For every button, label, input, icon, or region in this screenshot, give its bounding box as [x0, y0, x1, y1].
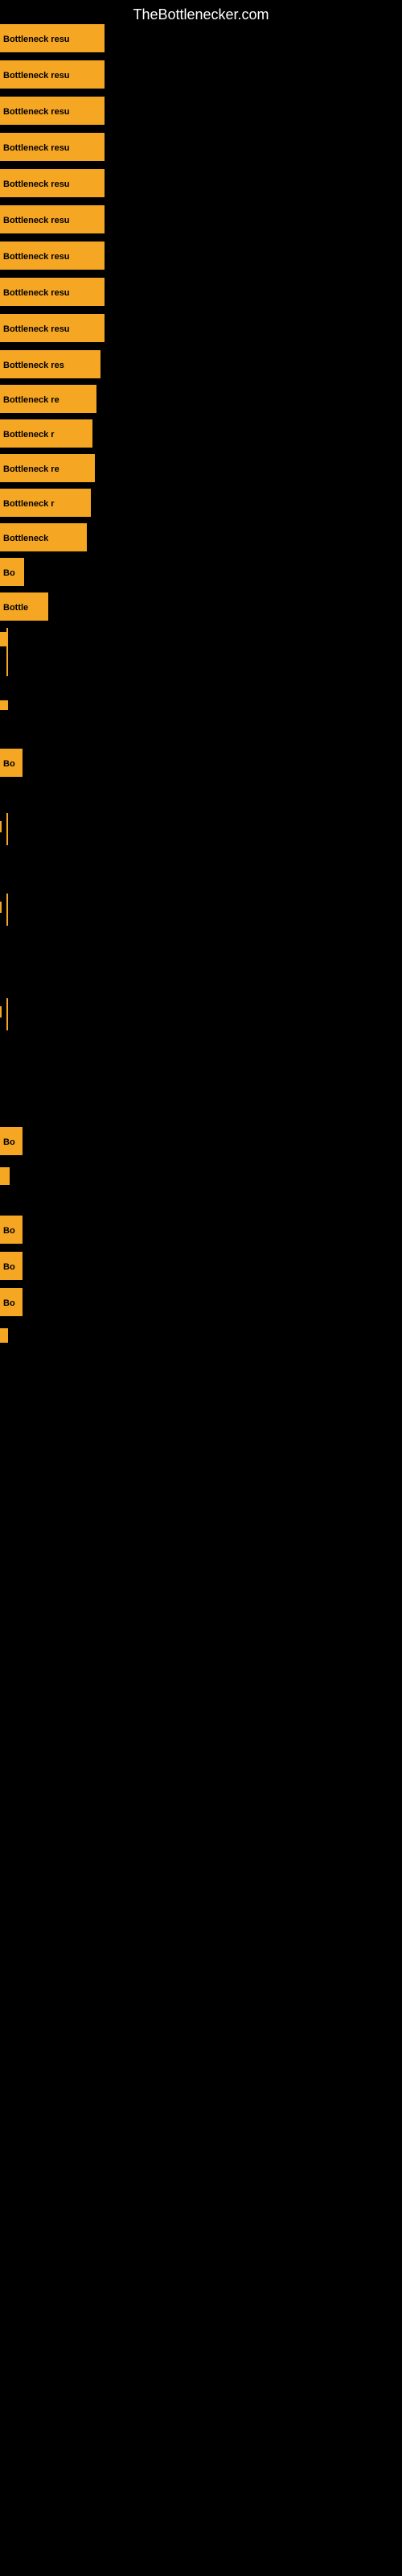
vertical-line-0: [6, 628, 8, 676]
bar-line-20: [0, 821, 2, 832]
bar-item-6: Bottleneck resu: [0, 242, 105, 270]
bar-label-9: Bottleneck res: [0, 350, 100, 378]
bar-label-2: Bottleneck resu: [0, 97, 105, 125]
bar-item-12: Bottleneck re: [0, 454, 95, 482]
bar-item-9: Bottleneck res: [0, 350, 100, 378]
bar-label-7: Bottleneck resu: [0, 278, 105, 306]
bar-line-18: [0, 700, 8, 710]
bar-item-5: Bottleneck resu: [0, 205, 105, 233]
bar-item-19: Bo: [0, 749, 23, 777]
bar-item-28: [0, 1328, 8, 1343]
bar-item-14: Bottleneck: [0, 523, 87, 551]
bar-label-10: Bottleneck re: [0, 385, 96, 413]
bar-label-13: Bottleneck r: [0, 489, 91, 517]
vertical-line-2: [6, 894, 8, 926]
bar-label-25: Bo: [0, 1216, 23, 1244]
bar-label-12: Bottleneck re: [0, 454, 95, 482]
bar-item-27: Bo: [0, 1288, 23, 1316]
bar-item-2: Bottleneck resu: [0, 97, 105, 125]
bar-label-5: Bottleneck resu: [0, 205, 105, 233]
bar-line-28: [0, 1328, 8, 1343]
bar-label-23: Bo: [0, 1127, 23, 1155]
bar-label-26: Bo: [0, 1252, 23, 1280]
bar-item-7: Bottleneck resu: [0, 278, 105, 306]
bar-line-24: [0, 1167, 10, 1185]
bar-item-20: [0, 821, 2, 832]
vertical-line-1: [6, 813, 8, 845]
bar-item-23: Bo: [0, 1127, 23, 1155]
bar-item-24: [0, 1167, 10, 1185]
bar-label-27: Bo: [0, 1288, 23, 1316]
bar-item-15: Bo: [0, 558, 24, 586]
bar-item-13: Bottleneck r: [0, 489, 91, 517]
bar-label-15: Bo: [0, 558, 24, 586]
vertical-line-3: [6, 998, 8, 1030]
bar-label-4: Bottleneck resu: [0, 169, 105, 197]
bar-item-10: Bottleneck re: [0, 385, 96, 413]
bar-label-19: Bo: [0, 749, 23, 777]
bar-item-18: [0, 700, 8, 710]
bar-item-3: Bottleneck resu: [0, 133, 105, 161]
bar-label-14: Bottleneck: [0, 523, 87, 551]
bar-line-21: [0, 902, 2, 913]
bar-label-16: Bottle: [0, 592, 48, 621]
bar-label-3: Bottleneck resu: [0, 133, 105, 161]
bar-item-22: [0, 1006, 2, 1018]
bar-item-25: Bo: [0, 1216, 23, 1244]
bar-item-26: Bo: [0, 1252, 23, 1280]
bar-item-11: Bottleneck r: [0, 419, 92, 448]
bar-item-4: Bottleneck resu: [0, 169, 105, 197]
bar-item-0: Bottleneck resu: [0, 24, 105, 52]
bar-label-6: Bottleneck resu: [0, 242, 105, 270]
bar-item-8: Bottleneck resu: [0, 314, 105, 342]
bar-item-21: [0, 902, 2, 913]
bar-item-1: Bottleneck resu: [0, 60, 105, 89]
bar-line-22: [0, 1006, 2, 1018]
bar-label-0: Bottleneck resu: [0, 24, 105, 52]
bar-label-8: Bottleneck resu: [0, 314, 105, 342]
bar-item-16: Bottle: [0, 592, 48, 621]
bar-label-11: Bottleneck r: [0, 419, 92, 448]
bar-label-1: Bottleneck resu: [0, 60, 105, 89]
